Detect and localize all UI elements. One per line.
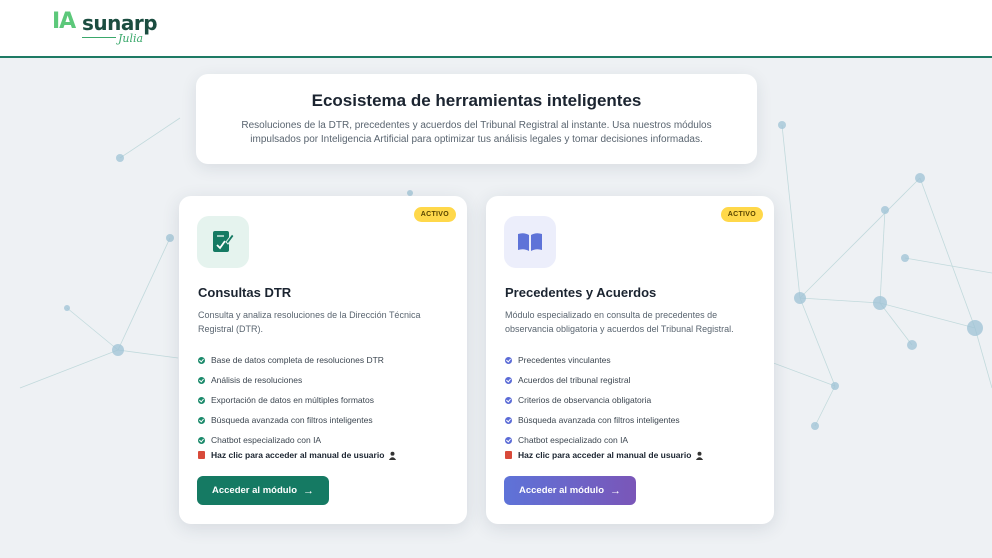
list-item: Chatbot especializado con IA: [505, 430, 680, 450]
check-icon: [505, 416, 512, 424]
feature-text: Chatbot especializado con IA: [211, 435, 322, 445]
document-edit-icon: [197, 216, 249, 268]
feature-list: Base de datos completa de resoluciones D…: [198, 350, 384, 450]
hero-description: Resoluciones de la DTR, precedentes y ac…: [241, 120, 712, 145]
card-description: Módulo especializado en consulta de prec…: [505, 310, 734, 334]
feature-text: Análisis de resoluciones: [211, 375, 303, 385]
check-icon: [198, 376, 205, 384]
check-icon: [505, 356, 512, 364]
hero-title: Ecosistema de herramientas inteligentes: [311, 91, 642, 110]
list-item: Análisis de resoluciones: [198, 370, 384, 390]
logo-ia-text: IA: [52, 9, 76, 34]
pdf-icon: [198, 451, 205, 459]
list-item: Búsqueda avanzada con filtros inteligent…: [505, 410, 680, 430]
logo-sub-text: Julia: [118, 32, 144, 45]
feature-text: Criterios de observancia obligatoria: [518, 395, 652, 405]
feature-list: Precedentes vinculantes Acuerdos del tri…: [505, 350, 680, 450]
card-title: Consultas DTR: [198, 285, 292, 300]
feature-text: Exportación de datos en múltiples format…: [211, 395, 375, 405]
feature-text: Base de datos completa de resoluciones D…: [211, 355, 384, 365]
card-description: Consulta y analiza resoluciones de la Di…: [198, 310, 421, 334]
manual-link-text: Haz clic para acceder al manual de usuar…: [518, 450, 692, 460]
feature-text: Chatbot especializado con IA: [518, 435, 629, 445]
sunarp-logo[interactable]: IA sunarp Julia: [52, 9, 162, 49]
pdf-icon: [505, 451, 512, 459]
feature-text: Búsqueda avanzada con filtros inteligent…: [211, 415, 373, 425]
check-icon: [198, 416, 205, 424]
header: IA sunarp Julia: [0, 0, 992, 58]
list-item: Acuerdos del tribunal registral: [505, 370, 680, 390]
list-item: Chatbot especializado con IA: [198, 430, 384, 450]
check-icon: [505, 376, 512, 384]
check-icon: [505, 396, 512, 404]
logo-divider: [82, 37, 116, 38]
arrow-right-icon: →: [303, 484, 314, 497]
status-badge: ACTIVO: [413, 207, 456, 222]
hero-panel: Ecosistema de herramientas inteligentes …: [196, 74, 757, 164]
button-label: Acceder al módulo: [212, 485, 297, 496]
check-icon: [198, 396, 205, 404]
module-card-precedentes: ACTIVO Precedentes y Acuerdos Módulo esp…: [486, 196, 774, 524]
list-item: Criterios de observancia obligatoria: [505, 390, 680, 410]
user-manual-link[interactable]: Haz clic para acceder al manual de usuar…: [198, 450, 397, 460]
module-card-dtr: ACTIVO Consultas DTR Consulta y analiza …: [179, 196, 467, 524]
open-book-icon: [504, 216, 556, 268]
card-title: Precedentes y Acuerdos: [505, 285, 657, 300]
check-icon: [198, 356, 205, 364]
status-badge: ACTIVO: [720, 207, 763, 222]
user-icon: [696, 451, 704, 460]
arrow-right-icon: →: [610, 484, 621, 497]
access-module-button[interactable]: Acceder al módulo →: [197, 476, 329, 505]
user-icon: [389, 451, 397, 460]
list-item: Exportación de datos en múltiples format…: [198, 390, 384, 410]
check-icon: [505, 436, 512, 444]
feature-text: Búsqueda avanzada con filtros inteligent…: [518, 415, 680, 425]
access-module-button[interactable]: Acceder al módulo →: [504, 476, 636, 505]
list-item: Precedentes vinculantes: [505, 350, 680, 370]
feature-text: Acuerdos del tribunal registral: [518, 375, 631, 385]
list-item: Base de datos completa de resoluciones D…: [198, 350, 384, 370]
manual-link-text: Haz clic para acceder al manual de usuar…: [211, 450, 385, 460]
list-item: Búsqueda avanzada con filtros inteligent…: [198, 410, 384, 430]
button-label: Acceder al módulo: [519, 485, 604, 496]
feature-text: Precedentes vinculantes: [518, 355, 611, 365]
user-manual-link[interactable]: Haz clic para acceder al manual de usuar…: [505, 450, 704, 460]
check-icon: [198, 436, 205, 444]
